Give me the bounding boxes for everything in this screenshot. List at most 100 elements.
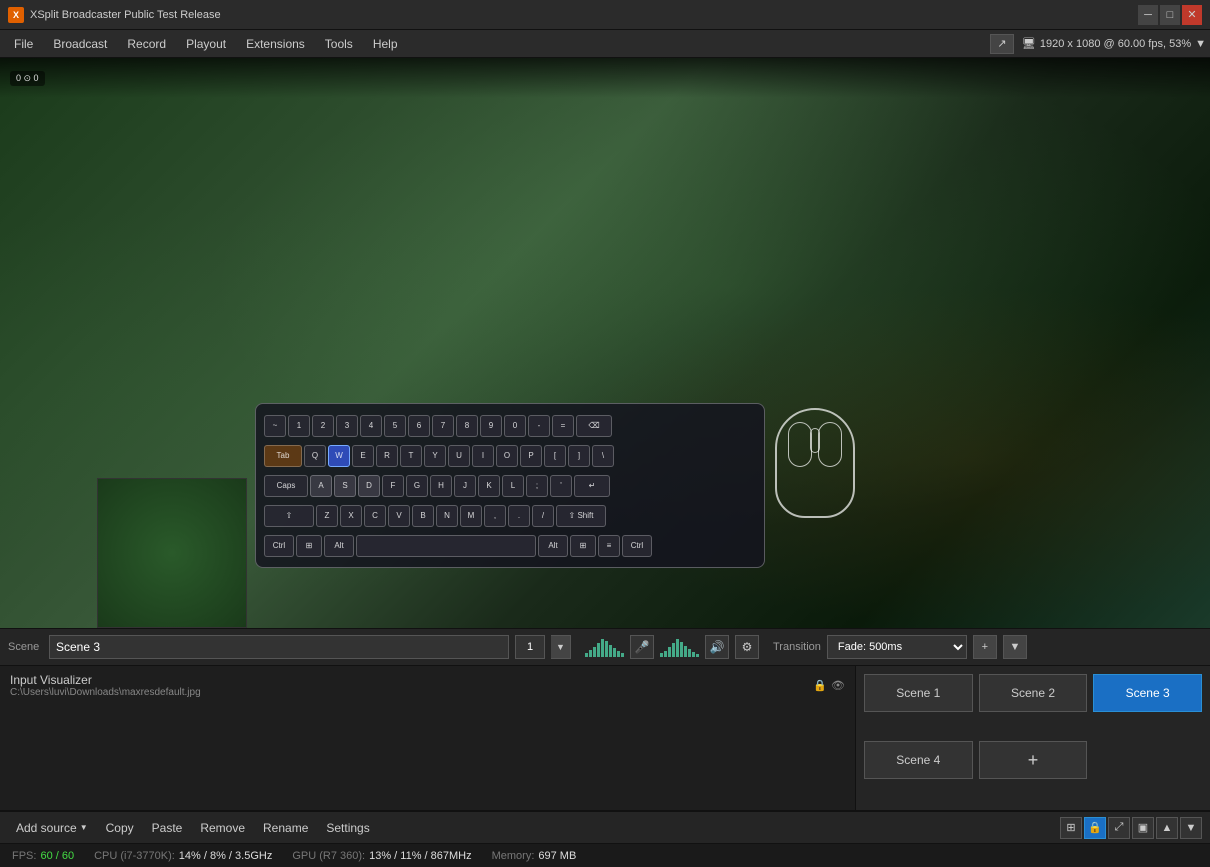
kb-shift-left: ⇧ (264, 505, 314, 527)
group-icon-button[interactable]: ⊞ (1060, 817, 1082, 839)
kb-8: 8 (456, 415, 478, 437)
memory-value: 697 MB (538, 850, 576, 862)
menu-broadcast[interactable]: Broadcast (43, 33, 117, 55)
fps-value: 60 / 60 (40, 850, 74, 862)
scene-4-button[interactable]: Scene 4 (864, 741, 973, 779)
mouse-scroll-wheel (810, 428, 820, 453)
source-item[interactable]: Input Visualizer C:\Users\luvi\Downloads… (4, 670, 851, 701)
transition-add-button[interactable]: + (973, 635, 997, 659)
rename-button[interactable]: Rename (255, 818, 316, 838)
audio-bar (621, 653, 624, 657)
kb-z: Z (316, 505, 338, 527)
audio-bar (589, 650, 592, 657)
kb-o: O (496, 445, 518, 467)
add-source-label: Add source (16, 821, 77, 835)
menu-record[interactable]: Record (117, 33, 176, 55)
app-icon: X (8, 7, 24, 23)
kb-x: X (340, 505, 362, 527)
mini-map (97, 478, 247, 628)
kb-row-3: Caps A S D F G H J K L ; ' ↵ (264, 472, 756, 499)
scene-2-button[interactable]: Scene 2 (979, 674, 1088, 712)
crop-icon-button[interactable]: ▣ (1132, 817, 1154, 839)
scene-number-dropdown[interactable]: ▼ (551, 635, 571, 659)
close-button[interactable]: ✕ (1182, 5, 1202, 25)
window-controls: ─ □ ✕ (1138, 5, 1202, 25)
audio-bar (601, 639, 604, 657)
add-source-button[interactable]: Add source ▼ (8, 818, 96, 838)
mic-button[interactable]: 🎤 (630, 635, 654, 659)
game-hud-top: 0 ⊙ 0 (0, 58, 1210, 98)
kb-s: S (334, 475, 356, 497)
kb-q: Q (304, 445, 326, 467)
kb-rbracket: ] (568, 445, 590, 467)
kb-9: 9 (480, 415, 502, 437)
scene-1-button[interactable]: Scene 1 (864, 674, 973, 712)
resolution-info: 🖥 1920 x 1080 @ 60.00 fps, 53% ▼ (1022, 37, 1206, 50)
source-lock-icon[interactable]: 🔒 (813, 679, 827, 692)
mouse-left-button (788, 422, 812, 467)
monitor-icon: 🖥 (1022, 37, 1036, 50)
copy-button[interactable]: Copy (98, 818, 142, 838)
move-up-button[interactable]: ▲ (1156, 817, 1178, 839)
menu-tools[interactable]: Tools (315, 33, 363, 55)
kb-i: I (472, 445, 494, 467)
transition-select[interactable]: Fade: 500ms Cut Stinger (827, 635, 967, 659)
scene-name-input[interactable] (49, 635, 509, 659)
sources-list: Input Visualizer C:\Users\luvi\Downloads… (0, 666, 855, 810)
kb-ctrl-right: Ctrl (622, 535, 652, 557)
kb-0: 0 (504, 415, 526, 437)
source-name: Input Visualizer (10, 673, 807, 687)
cpu-value: 14% / 8% / 3.5GHz (179, 850, 273, 862)
menu-playout[interactable]: Playout (176, 33, 236, 55)
audio-bar (597, 643, 600, 657)
add-scene-button[interactable]: + (979, 741, 1088, 779)
menu-bar: File Broadcast Record Playout Extensions… (0, 30, 1210, 58)
hud-score: 0 ⊙ 0 (16, 73, 39, 84)
expand-icon-button[interactable]: ⤢ (1108, 817, 1130, 839)
kb-row-2: Tab Q W E R T Y U I O P [ ] \ (264, 442, 756, 469)
source-eye-icon[interactable]: 👁 (831, 679, 845, 692)
menu-file[interactable]: File (4, 33, 43, 55)
kb-n: N (436, 505, 458, 527)
kb-tab: Tab (264, 445, 302, 467)
gpu-stat: GPU (R7 360): 13% / 11% / 867MHz (292, 850, 471, 862)
app-title: XSplit Broadcaster Public Test Release (30, 9, 1138, 21)
kb-w: W (328, 445, 350, 467)
minimize-button[interactable]: ─ (1138, 5, 1158, 25)
kb-menu: ≡ (598, 535, 620, 557)
menu-help[interactable]: Help (363, 33, 408, 55)
kb-row-4: ⇧ Z X C V B N M , . / ⇧ Shift (264, 502, 756, 529)
kb-p: P (520, 445, 542, 467)
settings-button[interactable]: Settings (318, 818, 377, 838)
paste-button[interactable]: Paste (144, 818, 191, 838)
share-button[interactable]: ↗ (990, 34, 1014, 54)
kb-quote: ' (550, 475, 572, 497)
lock-icon-button[interactable]: 🔒 (1084, 817, 1106, 839)
move-down-button[interactable]: ▼ (1180, 817, 1202, 839)
kb-r: R (376, 445, 398, 467)
kb-5: 5 (384, 415, 406, 437)
resolution-dropdown[interactable]: ▼ (1195, 38, 1206, 50)
mini-map-svg (98, 479, 247, 628)
kb-c: C (364, 505, 386, 527)
kb-space (356, 535, 536, 557)
gpu-value: 13% / 11% / 867MHz (369, 850, 472, 862)
cpu-label: CPU (i7-3770K): (94, 850, 175, 862)
source-icons: 🔒 👁 (813, 679, 845, 692)
cpu-stat: CPU (i7-3770K): 14% / 8% / 3.5GHz (94, 850, 272, 862)
keyboard-overlay: ~ 1 2 3 4 5 6 7 8 9 0 - = ⌫ Tab Q W E (255, 403, 765, 568)
memory-label: Memory: (492, 850, 535, 862)
transition-more-button[interactable]: ▼ (1003, 635, 1027, 659)
kb-d: D (358, 475, 380, 497)
menu-extensions[interactable]: Extensions (236, 33, 315, 55)
source-path: C:\Users\luvi\Downloads\maxresdefault.jp… (10, 687, 807, 698)
audio-bar (684, 646, 687, 657)
remove-button[interactable]: Remove (192, 818, 253, 838)
restore-button[interactable]: □ (1160, 5, 1180, 25)
scene-3-button[interactable]: Scene 3 (1093, 674, 1202, 712)
audio-settings-button[interactable]: ⚙ (735, 635, 759, 659)
game-preview: 0 ⊙ 0 ~ 1 2 3 4 5 6 7 8 9 0 - = ⌫ (0, 58, 1210, 628)
kb-g: G (406, 475, 428, 497)
speaker-button[interactable]: 🔊 (705, 635, 729, 659)
kb-row-1: ~ 1 2 3 4 5 6 7 8 9 0 - = ⌫ (264, 412, 756, 439)
